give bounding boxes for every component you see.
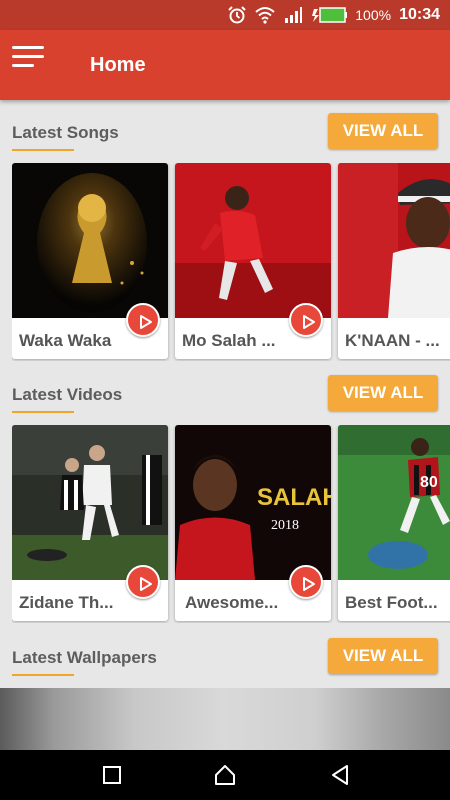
alarm-icon <box>228 6 246 24</box>
song-card[interactable]: Mo Salah ... <box>175 163 331 359</box>
battery-charging-icon <box>312 7 348 23</box>
video-card[interactable]: SALAH 2018 Awesome... <box>175 425 331 621</box>
videos-view-all-button[interactable]: VIEW ALL <box>328 375 438 411</box>
wallpapers-view-all-button[interactable]: VIEW ALL <box>328 638 438 674</box>
songs-carousel[interactable]: Waka Waka Mo Salah ... K'NAAN - ... <box>12 163 450 361</box>
song-card[interactable]: Waka Waka <box>12 163 168 359</box>
recent-apps-icon[interactable] <box>100 763 124 787</box>
home-icon[interactable] <box>213 763 237 787</box>
song-thumbnail <box>338 163 450 318</box>
videos-carousel[interactable]: Zidane Th... SALAH 2018 Awesome... <box>12 425 450 623</box>
song-thumbnail <box>175 163 331 318</box>
video-title: Best Foot... <box>345 593 438 612</box>
video-thumbnail: 80 <box>338 425 450 580</box>
play-button[interactable] <box>126 565 160 599</box>
video-card[interactable]: Zidane Th... <box>12 425 168 621</box>
salah-overlay-text: SALAH <box>257 484 331 511</box>
year-overlay-text: 2018 <box>271 518 299 533</box>
songs-view-all-button[interactable]: VIEW ALL <box>328 113 438 149</box>
play-icon <box>303 577 315 591</box>
wallpapers-section-title: Latest Wallpapers <box>12 648 157 667</box>
song-thumbnail <box>12 163 168 318</box>
play-icon <box>303 315 315 329</box>
section-underline <box>12 411 74 413</box>
song-card[interactable]: K'NAAN - ... <box>338 163 450 359</box>
play-button[interactable] <box>289 303 323 337</box>
songs-section-title: Latest Songs <box>12 123 119 142</box>
song-title: K'NAAN - ... <box>345 331 440 350</box>
status-icons: 100% 10:34 <box>227 4 440 26</box>
video-card[interactable]: 80 Best Foot... <box>338 425 450 621</box>
section-underline <box>12 149 74 151</box>
battery-percent: 100% <box>355 7 392 23</box>
back-icon[interactable] <box>328 763 352 787</box>
song-title: Mo Salah ... <box>182 331 276 350</box>
page-title: Home <box>90 54 146 76</box>
video-thumbnail: SALAH 2018 <box>175 425 331 580</box>
play-icon <box>140 315 152 329</box>
status-bar: 100% 10:34 <box>0 0 450 30</box>
wallpaper-thumbnail-strip[interactable] <box>0 688 450 750</box>
signal-icon <box>285 7 303 23</box>
video-title: Zidane Th... <box>19 593 114 612</box>
video-thumbnail <box>12 425 168 580</box>
play-button[interactable] <box>126 303 160 337</box>
system-nav-bar <box>0 750 450 800</box>
app-bar: Home <box>0 30 450 100</box>
videos-section-title: Latest Videos <box>12 385 123 404</box>
hamburger-menu-icon[interactable] <box>12 46 48 76</box>
clock-time: 10:34 <box>399 6 440 23</box>
song-title: Waka Waka <box>19 331 112 350</box>
jersey-number-text: 80 <box>420 474 438 491</box>
section-underline <box>12 674 74 676</box>
play-button[interactable] <box>289 565 323 599</box>
wifi-icon <box>255 7 275 24</box>
play-icon <box>140 577 152 591</box>
video-title: Awesome... <box>185 593 279 612</box>
